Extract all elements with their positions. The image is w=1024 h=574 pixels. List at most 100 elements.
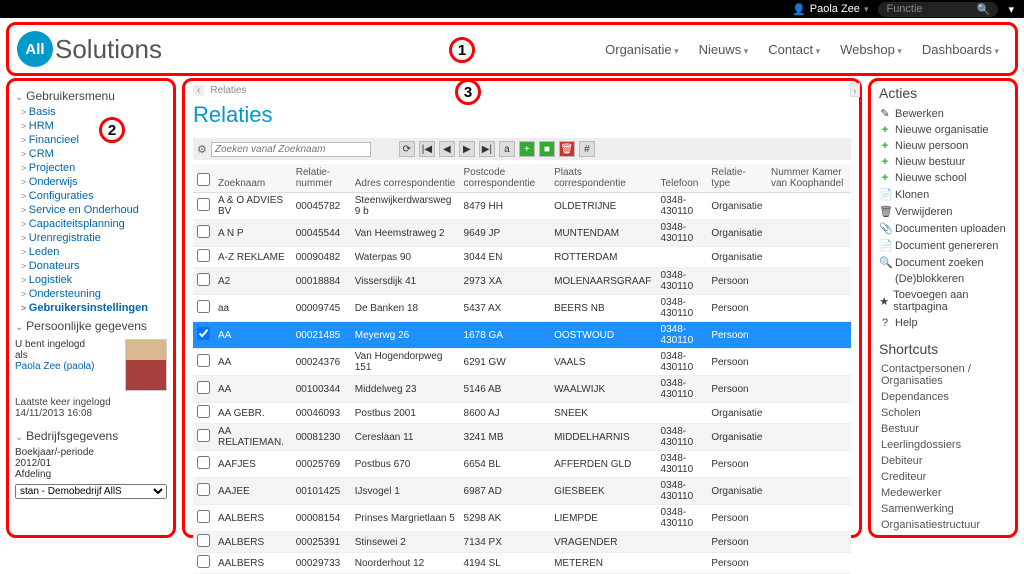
shortcut-item[interactable]: Leerlingdossiers	[881, 437, 1007, 453]
topnav-item[interactable]: Webshop	[840, 42, 902, 57]
personal-head[interactable]: Persoonlijke gegevens	[15, 315, 167, 335]
page-last-button[interactable]: ▶|	[479, 141, 495, 157]
table-row[interactable]: A-Z REKLAME00090482Waterpas 903044 ENROT…	[193, 247, 851, 268]
row-checkbox[interactable]	[197, 273, 210, 286]
action-item[interactable]: ?Help	[879, 315, 1007, 331]
row-checkbox[interactable]	[197, 354, 210, 367]
sidebar-menu-item[interactable]: Projecten	[21, 161, 167, 175]
action-item[interactable]: +Nieuwe organisatie	[879, 122, 1007, 138]
sidebar-menu-item[interactable]: Leden	[21, 245, 167, 259]
action-item[interactable]: 📄Klonen	[879, 186, 1007, 203]
topnav-item[interactable]: Organisatie	[605, 42, 679, 57]
current-user-menu[interactable]: 👤 Paola Zee	[792, 3, 868, 16]
row-checkbox[interactable]	[197, 198, 210, 211]
row-checkbox[interactable]	[197, 327, 210, 340]
breadcrumb-item[interactable]: Relaties	[210, 85, 246, 96]
column-header[interactable]: Postcode correspondentie	[460, 164, 551, 193]
refresh-button[interactable]: ⟳	[399, 141, 415, 157]
sidebar-menu-item[interactable]: Configuraties	[21, 189, 167, 203]
row-checkbox[interactable]	[197, 534, 210, 547]
row-checkbox[interactable]	[197, 555, 210, 568]
action-item[interactable]: +Nieuwe school	[879, 170, 1007, 186]
loggedin-user-link[interactable]: Paola Zee (paola)	[15, 361, 119, 372]
row-checkbox[interactable]	[197, 225, 210, 238]
table-row[interactable]: A200018884Vissersdijk 412973 XAMOLENAARS…	[193, 268, 851, 295]
shortcut-item[interactable]: Organisatiestructuur	[881, 517, 1007, 533]
action-item[interactable]: ★Toevoegen aan startpagina	[879, 287, 1007, 315]
page-first-button[interactable]: |◀	[419, 141, 435, 157]
table-row[interactable]: AALBERS00029733Noorderhout 124194 SLMETE…	[193, 553, 851, 574]
shortcut-item[interactable]: Debiteur	[881, 453, 1007, 469]
table-row[interactable]: AAJEE00101425IJsvogel 16987 ADGIESBEEK03…	[193, 478, 851, 505]
shortcut-item[interactable]: Medewerker	[881, 485, 1007, 501]
company-select[interactable]: stan - Demobedrijf AllS	[15, 484, 167, 499]
dropdown-caret[interactable]: ▾	[1008, 3, 1014, 16]
shortcut-item[interactable]: Scholen	[881, 405, 1007, 421]
logo[interactable]: All Solutions	[9, 31, 162, 67]
sidebar-menu-item[interactable]: CRM	[21, 147, 167, 161]
hash-button[interactable]: #	[579, 141, 595, 157]
edit-button[interactable]: ■	[539, 141, 555, 157]
sidebar-menu-item[interactable]: Financieel	[21, 133, 167, 147]
expand-right-arrow[interactable]: ›	[850, 83, 860, 97]
table-row[interactable]: AA GEBR.00046093Postbus 20018600 AJSNEEK…	[193, 403, 851, 424]
table-row[interactable]: AA00021485Meyerwg 261678 GAOOSTWOUD0348-…	[193, 322, 851, 349]
row-checkbox[interactable]	[197, 405, 210, 418]
column-header[interactable]: Zoeknaam	[214, 164, 292, 193]
sidebar-menu-item[interactable]: Capaciteitsplanning	[21, 217, 167, 231]
row-checkbox[interactable]	[197, 249, 210, 262]
shortcut-item[interactable]: Contactpersonen / Organisaties	[881, 361, 1007, 389]
breadcrumb-back[interactable]: ‹	[193, 85, 204, 96]
action-item[interactable]: 📄Document genereren	[879, 237, 1007, 254]
table-row[interactable]: aa00009745De Banken 185437 AXBEERS NB034…	[193, 295, 851, 322]
column-header[interactable]	[193, 164, 214, 193]
sidebar-menu-item[interactable]: Logistiek	[21, 273, 167, 287]
sidebar-menu-item[interactable]: Urenregistratie	[21, 231, 167, 245]
column-header[interactable]: Relatie-nummer	[292, 164, 351, 193]
shortcut-item[interactable]: Crediteur	[881, 469, 1007, 485]
page-prev-button[interactable]: ◀	[439, 141, 455, 157]
delete-button[interactable]: 🗑	[559, 141, 575, 157]
action-item[interactable]: +Nieuw bestuur	[879, 154, 1007, 170]
sidebar-menu-item[interactable]: Basis	[21, 105, 167, 119]
table-row[interactable]: AALBERS00025391Stinsewei 27134 PXVRAGEND…	[193, 532, 851, 553]
table-row[interactable]: AA00024376Van Hogendorpweg 1516291 GWVAA…	[193, 349, 851, 376]
sidebar-menu-item[interactable]: HRM	[21, 119, 167, 133]
topnav-item[interactable]: Nieuws	[699, 42, 749, 57]
sidebar-menu-item[interactable]: Service en Onderhoud	[21, 203, 167, 217]
action-item[interactable]: (De)blokkeren	[879, 271, 1007, 287]
action-item[interactable]: ✎Bewerken	[879, 105, 1007, 122]
add-button[interactable]: +	[519, 141, 535, 157]
topnav-item[interactable]: Dashboards	[922, 42, 999, 57]
column-header[interactable]: Telefoon	[657, 164, 708, 193]
row-checkbox[interactable]	[197, 456, 210, 469]
shortcut-item[interactable]: Samenwerking	[881, 501, 1007, 517]
gear-icon[interactable]: ⚙	[197, 143, 207, 156]
page-next-button[interactable]: ▶	[459, 141, 475, 157]
sidebar-menu-item[interactable]: Donateurs	[21, 259, 167, 273]
row-checkbox[interactable]	[197, 429, 210, 442]
row-checkbox[interactable]	[197, 381, 210, 394]
select-all-checkbox[interactable]	[197, 173, 210, 186]
find-button[interactable]: a	[499, 141, 515, 157]
action-item[interactable]: 🗑Verwijderen	[879, 203, 1007, 220]
sidebar-menu-item[interactable]: Onderwijs	[21, 175, 167, 189]
column-header[interactable]: Plaats correspondentie	[550, 164, 656, 193]
table-row[interactable]: A N P00045544Van Heemstraweg 29649 JPMUN…	[193, 220, 851, 247]
column-header[interactable]: Nummer Kamer van Koophandel	[767, 164, 851, 193]
row-checkbox[interactable]	[197, 483, 210, 496]
row-checkbox[interactable]	[197, 300, 210, 313]
company-head[interactable]: Bedrijfsgegevens	[15, 425, 167, 445]
action-item[interactable]: 🔍Document zoeken	[879, 254, 1007, 271]
column-header[interactable]: Relatie-type	[707, 164, 767, 193]
topnav-item[interactable]: Contact	[768, 42, 820, 57]
shortcut-item[interactable]: Bestuur	[881, 421, 1007, 437]
user-menu-head[interactable]: Gebruikersmenu	[15, 85, 167, 105]
shortcut-item[interactable]: Dependances	[881, 389, 1007, 405]
top-search[interactable]: Functie 🔍	[878, 2, 998, 17]
table-row[interactable]: AA00100344Middelweg 235146 ABWAALWIJK034…	[193, 376, 851, 403]
table-row[interactable]: A & O ADVIES BV00045782Steenwijkerdwarsw…	[193, 193, 851, 220]
row-checkbox[interactable]	[197, 510, 210, 523]
column-header[interactable]: Adres correspondentie	[351, 164, 460, 193]
table-row[interactable]: AALBERS00008154Prinses Margrietlaan 5529…	[193, 505, 851, 532]
